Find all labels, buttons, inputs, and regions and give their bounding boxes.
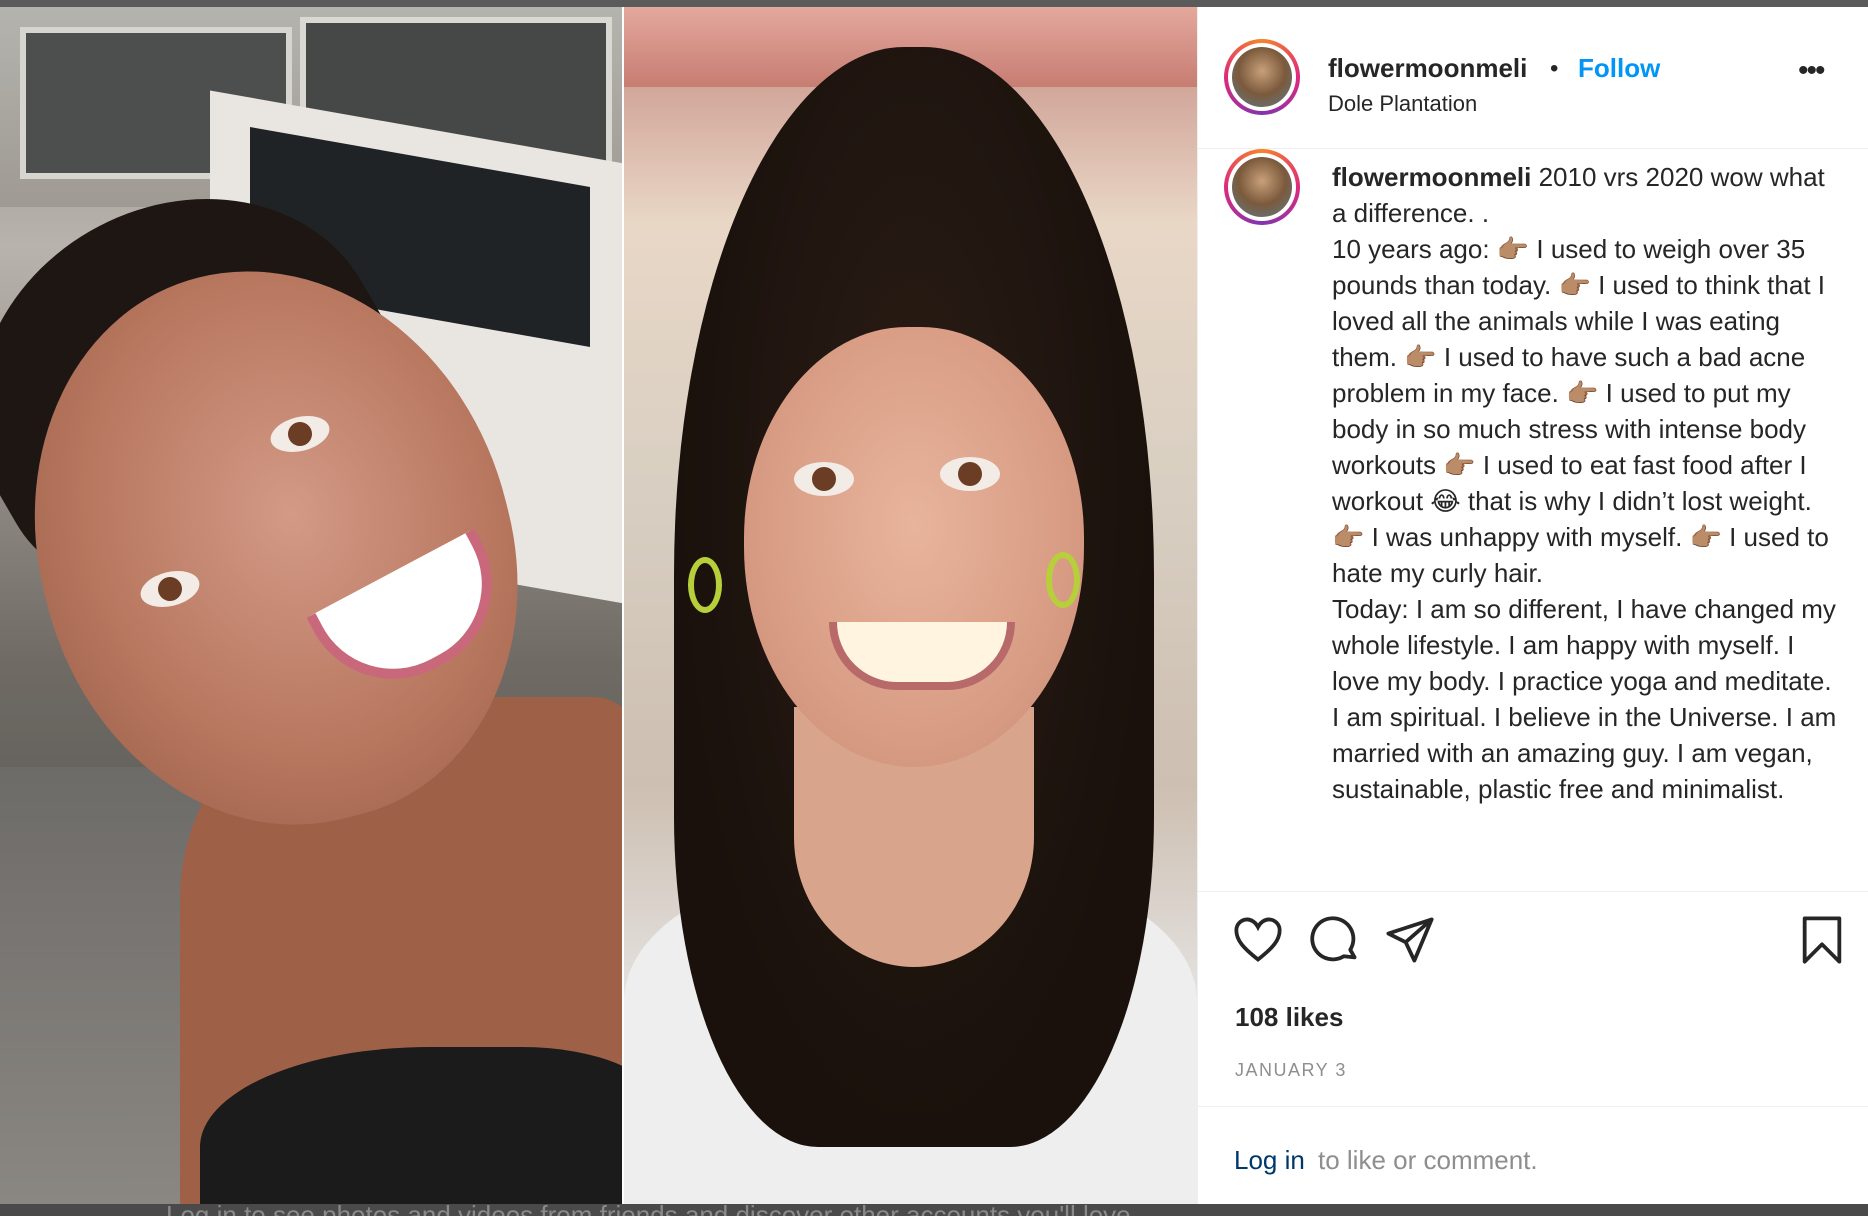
actions-section: 108 likes JANUARY 3 Log in to like or co…	[1198, 891, 1868, 1205]
screenshot-root: flowermoonmeli • Follow Dole Plantation …	[0, 0, 1868, 1216]
separator-dot: •	[1550, 55, 1559, 82]
eye	[940, 457, 1000, 491]
photo-right-2020	[624, 7, 1197, 1204]
comments-area[interactable]: flowermoonmeli 2010 vrs 2020 wow what a …	[1198, 149, 1868, 891]
login-prompt-text: to like or comment.	[1318, 1145, 1538, 1175]
caption-avatar[interactable]	[1224, 149, 1300, 225]
caption-text: flowermoonmeli 2010 vrs 2020 wow what a …	[1332, 159, 1842, 807]
earring	[688, 557, 722, 613]
heart-icon[interactable]	[1232, 914, 1284, 966]
caption-username[interactable]: flowermoonmeli	[1332, 162, 1531, 192]
caption-line: flowermoonmeli 2010 vrs 2020 wow what a …	[1332, 159, 1842, 231]
bottom-banner: Log in to see photos and videos from fri…	[0, 1204, 1868, 1216]
face	[744, 327, 1084, 767]
follow-button[interactable]: Follow	[1578, 53, 1660, 84]
username-link[interactable]: flowermoonmeli	[1328, 53, 1527, 84]
avatar-image	[1232, 47, 1292, 107]
more-options-icon[interactable]: •••	[1798, 56, 1825, 86]
avatar[interactable]	[1224, 39, 1300, 115]
login-prompt: Log in to like or comment.	[1198, 1106, 1868, 1206]
like-count[interactable]: 108 likes	[1235, 1002, 1343, 1033]
login-link[interactable]: Log in	[1234, 1145, 1305, 1176]
top-strip	[0, 0, 1868, 7]
bookmark-icon[interactable]	[1796, 914, 1848, 966]
photo-left-2010	[0, 7, 624, 1204]
post-side-panel: flowermoonmeli • Follow Dole Plantation …	[1197, 7, 1868, 1204]
eye	[794, 462, 854, 496]
comment-icon[interactable]	[1308, 914, 1360, 966]
avatar-image	[1232, 157, 1292, 217]
earring	[1046, 552, 1080, 608]
post-photo[interactable]	[0, 7, 1197, 1204]
post-date: JANUARY 3	[1235, 1060, 1347, 1080]
caption-line: Today: I am so different, I have changed…	[1332, 594, 1837, 804]
post-header: flowermoonmeli • Follow Dole Plantation …	[1198, 7, 1868, 149]
share-icon[interactable]	[1384, 914, 1436, 966]
location-link[interactable]: Dole Plantation	[1328, 91, 1477, 117]
caption-line: 10 years ago: 👉🏽 I used to weigh over 35…	[1332, 234, 1829, 588]
bottom-banner-text: Log in to see photos and videos from fri…	[166, 1204, 1138, 1216]
